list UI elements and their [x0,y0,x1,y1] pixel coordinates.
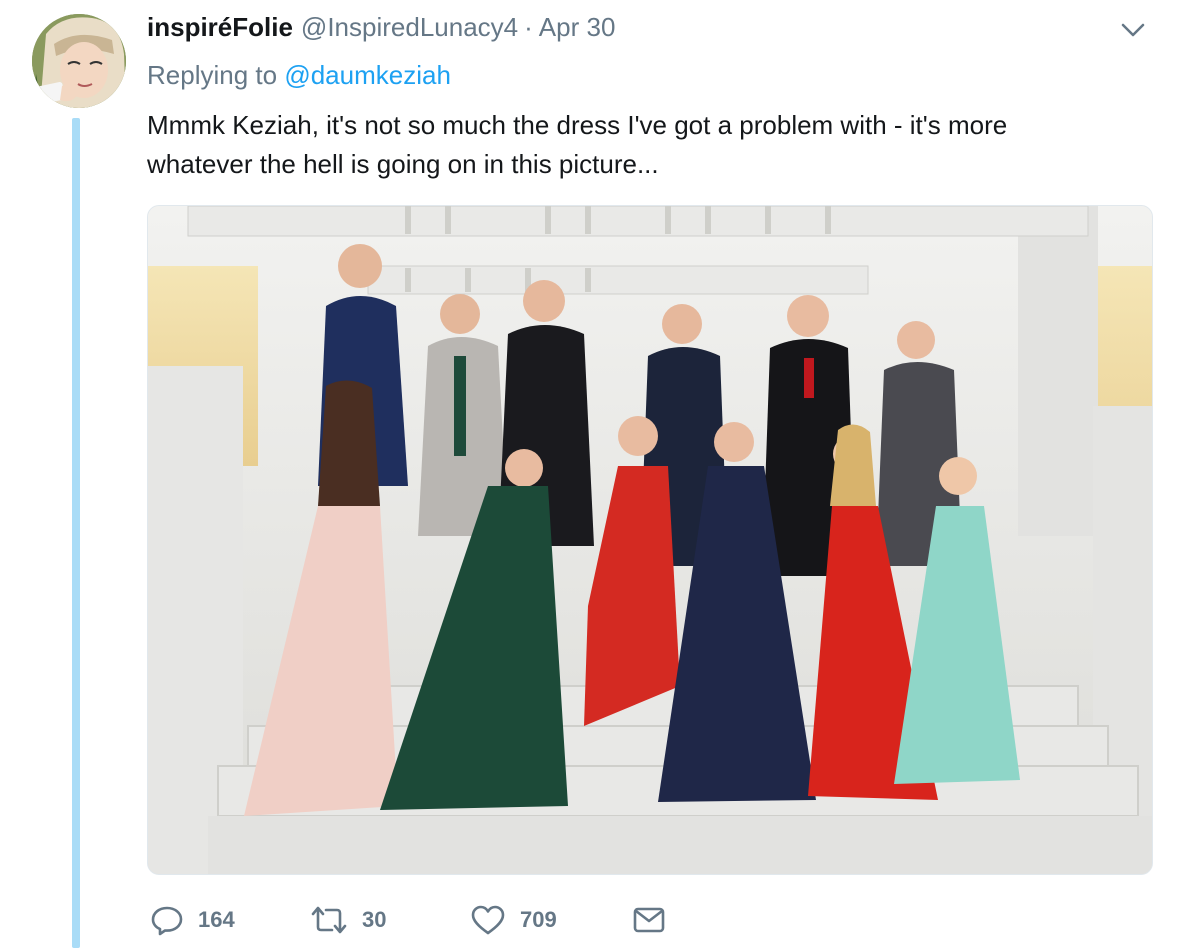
reply-button[interactable]: 164 [150,900,235,940]
chevron-down-icon[interactable] [1118,18,1148,42]
replying-to: Replying to @daumkeziah [147,60,451,91]
thread-line [72,118,80,948]
retweet-arrows-icon [310,903,348,937]
reply-count: 164 [198,907,235,932]
tweet-date[interactable]: Apr 30 [539,12,616,43]
avatar[interactable] [32,14,126,108]
avatar-image [32,14,126,108]
like-button[interactable]: 709 [470,900,557,940]
direct-message-button[interactable] [632,900,666,940]
display-name[interactable]: inspiréFolie [147,12,293,43]
replying-to-label: Replying to [147,60,285,90]
tweet-text: Mmmk Keziah, it's not so much the dress … [147,106,1157,184]
user-handle[interactable]: @InspiredLunacy4 [301,12,518,43]
replying-to-link[interactable]: @daumkeziah [284,60,451,90]
tweet-text-line: Mmmk Keziah, it's not so much the dress … [147,110,1008,140]
like-count: 709 [520,907,557,932]
tweet-actions: 164 30 709 [150,900,1150,940]
retweet-count: 30 [362,907,387,932]
heart-icon [470,903,506,937]
retweet-button[interactable]: 30 [310,900,386,940]
tweet-text-line: whatever the hell is going on in this pi… [147,149,659,179]
speech-bubble-icon [150,903,184,937]
tweet-photo[interactable] [147,205,1153,875]
separator-dot: · [524,12,533,42]
tweet-header: inspiréFolie @InspiredLunacy4 · Apr 30 [147,12,615,46]
prom-group-photo [148,206,1152,874]
envelope-icon [632,905,666,935]
